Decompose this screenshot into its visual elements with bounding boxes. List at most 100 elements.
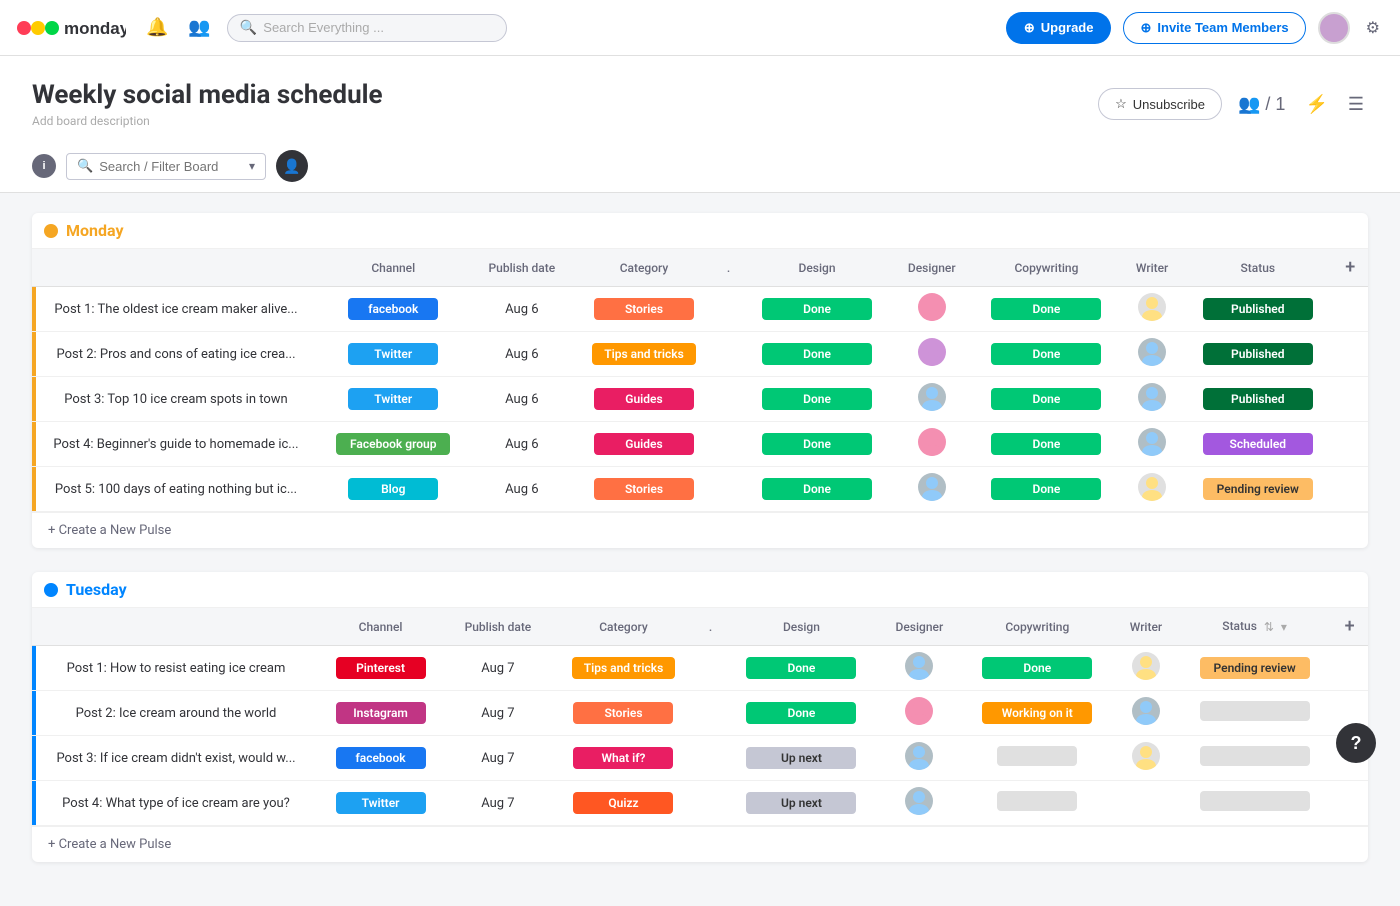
row-designer[interactable] <box>892 422 972 467</box>
row-name[interactable]: Post 1: The oldest ice cream maker alive… <box>36 287 316 332</box>
row-designer[interactable] <box>892 467 972 512</box>
row-designer[interactable] <box>892 332 972 377</box>
row-name[interactable]: Post 5: 100 days of eating nothing but i… <box>36 467 316 512</box>
row-name[interactable]: Post 4: Beginner's guide to homemade ic.… <box>36 422 316 467</box>
add-col-tue-icon[interactable]: + <box>1345 616 1355 637</box>
row-designer[interactable] <box>878 646 960 691</box>
writer-avatar[interactable] <box>1138 338 1166 366</box>
sort-icon[interactable]: ⇅ <box>1264 620 1274 634</box>
writer-avatar[interactable] <box>1138 428 1166 456</box>
people-button[interactable]: 👥 <box>184 13 214 42</box>
row-channel[interactable]: Instagram <box>316 691 445 736</box>
row-writer[interactable] <box>1121 287 1183 332</box>
row-designer[interactable] <box>892 287 972 332</box>
row-channel[interactable]: facebook <box>316 736 445 781</box>
monday-create-pulse[interactable]: + Create a New Pulse <box>32 512 1368 548</box>
row-copywriting[interactable]: Done <box>961 646 1114 691</box>
row-category[interactable]: Stories <box>573 287 715 332</box>
writer-avatar[interactable] <box>1138 473 1166 501</box>
row-design[interactable]: Done <box>725 691 878 736</box>
designer-avatar[interactable] <box>918 383 946 411</box>
row-copywriting[interactable]: Done <box>972 287 1121 332</box>
row-copywriting[interactable]: Done <box>972 377 1121 422</box>
filter-search-input[interactable] <box>99 159 243 174</box>
row-category[interactable]: Stories <box>551 691 697 736</box>
row-name[interactable]: Post 2: Ice cream around the world <box>36 691 316 736</box>
members-button[interactable]: 👥 / 1 <box>1234 90 1289 119</box>
row-name[interactable]: Post 4: What type of ice cream are you? <box>36 781 316 826</box>
row-status[interactable]: Pending review <box>1178 646 1331 691</box>
monday-group-title[interactable]: Monday <box>66 221 124 240</box>
designer-avatar[interactable] <box>905 652 933 680</box>
row-writer[interactable] <box>1121 377 1183 422</box>
row-writer[interactable] <box>1121 467 1183 512</box>
add-col-icon[interactable]: + <box>1345 257 1355 278</box>
page-subtitle[interactable]: Add board description <box>32 114 383 128</box>
tuesday-group-title[interactable]: Tuesday <box>66 580 127 599</box>
row-copywriting[interactable]: Done <box>972 467 1121 512</box>
filter-icon[interactable]: ▾ <box>1281 620 1287 634</box>
row-design[interactable]: Done <box>742 332 891 377</box>
unsubscribe-button[interactable]: ☆ Unsubscribe <box>1098 88 1222 120</box>
row-channel[interactable]: Twitter <box>316 377 471 422</box>
row-copywriting[interactable] <box>961 781 1114 826</box>
tuesday-create-pulse[interactable]: + Create a New Pulse <box>32 826 1368 862</box>
tuesday-group-dot[interactable] <box>44 583 58 597</box>
filter-arrow-icon[interactable]: ▾ <box>249 159 255 173</box>
row-design[interactable]: Up next <box>725 781 878 826</box>
designer-avatar[interactable] <box>905 742 933 770</box>
row-status[interactable]: Published <box>1183 377 1332 422</box>
designer-avatar[interactable] <box>918 293 946 321</box>
invite-button[interactable]: ⊕ Invite Team Members <box>1123 12 1305 44</box>
row-status[interactable]: Published <box>1183 287 1332 332</box>
row-channel[interactable]: Blog <box>316 467 471 512</box>
row-status[interactable]: Published <box>1183 332 1332 377</box>
row-design[interactable]: Done <box>742 422 891 467</box>
row-category[interactable]: Guides <box>573 422 715 467</box>
search-input[interactable] <box>263 20 494 35</box>
info-button[interactable]: i <box>32 154 56 178</box>
monday-group-dot[interactable] <box>44 224 58 238</box>
row-name[interactable]: Post 3: If ice cream didn't exist, would… <box>36 736 316 781</box>
person-filter-button[interactable]: 👤 <box>276 150 308 182</box>
row-channel[interactable]: Twitter <box>316 781 445 826</box>
upgrade-button[interactable]: ⊕ Upgrade <box>1006 12 1112 44</box>
designer-avatar[interactable] <box>918 338 946 366</box>
notifications-button[interactable]: 🔔 <box>142 13 172 42</box>
row-category[interactable]: What if? <box>551 736 697 781</box>
designer-avatar[interactable] <box>905 787 933 815</box>
row-design[interactable]: Done <box>742 467 891 512</box>
row-category[interactable]: Tips and tricks <box>573 332 715 377</box>
row-design[interactable]: Up next <box>725 736 878 781</box>
writer-avatar[interactable] <box>1138 293 1166 321</box>
row-status[interactable] <box>1178 781 1331 826</box>
row-status[interactable]: Pending review <box>1183 467 1332 512</box>
row-name[interactable]: Post 3: Top 10 ice cream spots in town <box>36 377 316 422</box>
row-copywriting[interactable]: Done <box>972 332 1121 377</box>
row-writer[interactable] <box>1114 736 1178 781</box>
writer-avatar[interactable] <box>1138 383 1166 411</box>
row-designer[interactable] <box>892 377 972 422</box>
designer-avatar[interactable] <box>918 473 946 501</box>
settings-icon[interactable]: ⚙ <box>1362 14 1384 42</box>
row-design[interactable]: Done <box>742 287 891 332</box>
row-writer[interactable] <box>1114 781 1178 826</box>
row-writer[interactable] <box>1121 332 1183 377</box>
row-writer[interactable] <box>1114 646 1178 691</box>
row-design[interactable]: Done <box>742 377 891 422</box>
row-category[interactable]: Stories <box>573 467 715 512</box>
row-channel[interactable]: Pinterest <box>316 646 445 691</box>
designer-avatar[interactable] <box>918 428 946 456</box>
row-writer[interactable] <box>1121 422 1183 467</box>
th-add-col-tue[interactable]: + <box>1331 608 1368 646</box>
row-status[interactable]: Scheduled <box>1183 422 1332 467</box>
row-writer[interactable] <box>1114 691 1178 736</box>
row-copywriting[interactable]: Working on it <box>961 691 1114 736</box>
row-category[interactable]: Quizz <box>551 781 697 826</box>
row-channel[interactable]: facebook <box>316 287 471 332</box>
help-button[interactable]: ? <box>1336 723 1376 763</box>
row-status[interactable] <box>1178 691 1331 736</box>
writer-avatar[interactable] <box>1132 652 1160 680</box>
row-designer[interactable] <box>878 736 960 781</box>
row-copywriting[interactable]: Done <box>972 422 1121 467</box>
